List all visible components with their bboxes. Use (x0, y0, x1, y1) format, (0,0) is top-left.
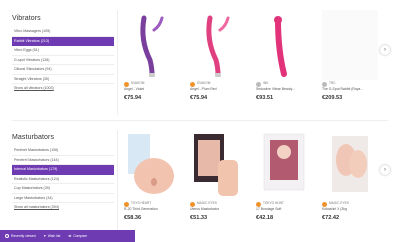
product-price: €75.94 (190, 95, 208, 101)
product-brand: Tokyo Hunt (263, 201, 284, 205)
sidebar-item-straight-vibrators[interactable]: Straight Vibrators (35) (12, 75, 114, 84)
compare-button[interactable]: ⇄ Compare (68, 234, 87, 238)
vibrators-title: Vibrators (12, 15, 41, 22)
sidebar-item-large-masturbators[interactable]: Large Masturbators (34) (12, 194, 114, 203)
product-image[interactable] (256, 130, 312, 200)
product-price: €75.94 (124, 95, 142, 101)
product-name[interactable]: Uterus Masturbator (190, 207, 219, 211)
recently-viewed-label: Recently viewed (11, 234, 36, 238)
product-name[interactable]: R-20 Third Generation (124, 207, 158, 211)
product-name[interactable]: Kobashiri X (3kg (322, 207, 347, 211)
product-name[interactable]: 17 Bondage Soft (256, 207, 281, 211)
product-image[interactable] (124, 130, 180, 200)
product-image[interactable] (322, 130, 378, 200)
vibrators-section: Vibrators Vibro Massagers (105) Rabbit V… (0, 0, 400, 120)
product-brand: Toys Heart (131, 201, 152, 205)
product-price: €42.18 (256, 215, 274, 221)
compare-label: Compare (73, 234, 88, 238)
carousel-next-button[interactable]: › (380, 45, 390, 55)
sidebar-item-cup-masturbators[interactable]: Cup Masturbators (39) (12, 184, 114, 194)
product-card[interactable]: Tokyo Hunt 17 Bondage Soft €42.18 (256, 130, 312, 236)
eye-icon (5, 234, 9, 238)
sidebar-item-rabbit-vibrators[interactable]: Rabbit Vibrators (213) (12, 36, 114, 46)
sidebar-item-vibro-eggs[interactable]: Vibro Eggs (51) (12, 46, 114, 56)
recently-viewed-button[interactable]: Recently viewed (5, 234, 36, 238)
heart-icon: ♥ (43, 234, 46, 238)
masturbators-title: Masturbators (12, 134, 55, 141)
vibrators-sidebar: Vibrators Vibro Massagers (105) Rabbit V… (12, 0, 114, 94)
section-divider (117, 10, 118, 115)
product-card[interactable]: SVAKOM Angel - Plum Red €75.94 (190, 10, 246, 116)
compare-icon: ⇄ (68, 234, 72, 238)
product-name[interactable]: Seductive Vibrar Beauty... (256, 87, 295, 91)
product-price: €93.51 (256, 95, 274, 101)
chevron-right-icon: › (384, 47, 386, 53)
product-card[interactable]: SVAKOM Angel - Violet €75.94 (124, 10, 180, 116)
product-price: €209.53 (322, 95, 343, 101)
product-name[interactable]: Angel - Plum Red (190, 87, 217, 91)
product-image[interactable] (190, 130, 246, 200)
product-price: €72.42 (322, 215, 340, 221)
bottom-action-bar: Recently viewed ♥ Wish list ⇄ Compare (0, 230, 135, 242)
sidebar-item-g-spot-vibrators[interactable]: G-spot Vibrators (126) (12, 56, 114, 65)
product-brand: Magic Eyes (329, 201, 349, 205)
product-brand: TRC (329, 81, 336, 85)
product-brand: Magic Eyes (197, 201, 217, 205)
product-brand: INK (263, 81, 269, 85)
wish-list-label: Wish list (47, 234, 61, 238)
product-image[interactable] (190, 10, 246, 80)
section-divider (117, 130, 118, 230)
sidebar-item-vibro-massagers[interactable]: Vibro Massagers (105) (12, 27, 114, 37)
product-image[interactable] (124, 10, 180, 80)
show-all-masturbators-link[interactable]: Show all masturbators (394) (12, 203, 114, 213)
product-brand: SVAKOM (197, 81, 211, 85)
product-card[interactable]: Magic Eyes Kobashiri X (3kg €72.42 (322, 130, 378, 236)
sidebar-item-clitoral-stimulators[interactable]: Clitoral Stimulators (94) (12, 65, 114, 75)
masturbators-products: Toys Heart R-20 Third Generation €58.36 … (124, 130, 386, 238)
vibrators-products: SVAKOM Angel - Violet €75.94 SVAKOM Ange… (124, 10, 386, 118)
sidebar-item-realistic-masturbators[interactable]: Realistic Masturbators (124) (12, 175, 114, 184)
sidebar-item-internal-masturbators[interactable]: Internal Masturbators (179) (12, 165, 114, 175)
product-name[interactable]: The G-Spot Rabbit (Roya... (322, 87, 363, 91)
product-brand: SVAKOM (131, 81, 145, 85)
product-name[interactable]: Angel - Violet (124, 87, 144, 91)
chevron-right-icon: › (384, 167, 386, 173)
product-card[interactable]: Magic Eyes Uterus Masturbator €51.33 (190, 130, 246, 236)
show-all-vibrators-link[interactable]: Show all vibrators (1003) (12, 84, 114, 94)
product-card[interactable]: INK Seductive Vibrar Beauty... €93.51 (256, 10, 312, 116)
masturbators-section: Masturbators Penilnet Masturbators (106)… (0, 120, 400, 242)
sidebar-item-penetrel-masturbators[interactable]: Penetrel Masturbators (144) (12, 156, 114, 165)
product-image[interactable] (256, 10, 312, 80)
product-card[interactable]: Toys Heart R-20 Third Generation €58.36 (124, 130, 180, 236)
product-image[interactable] (322, 10, 378, 80)
carousel-next-button[interactable]: › (380, 165, 390, 175)
product-price: €58.36 (124, 215, 142, 221)
product-card[interactable]: TRC The G-Spot Rabbit (Roya... €209.53 (322, 10, 378, 116)
sidebar-item-penilnet-masturbators[interactable]: Penilnet Masturbators (106) (12, 146, 114, 156)
wish-list-button[interactable]: ♥ Wish list (44, 234, 61, 238)
product-price: €51.33 (190, 215, 208, 221)
masturbators-sidebar: Masturbators Penilnet Masturbators (106)… (12, 120, 114, 213)
